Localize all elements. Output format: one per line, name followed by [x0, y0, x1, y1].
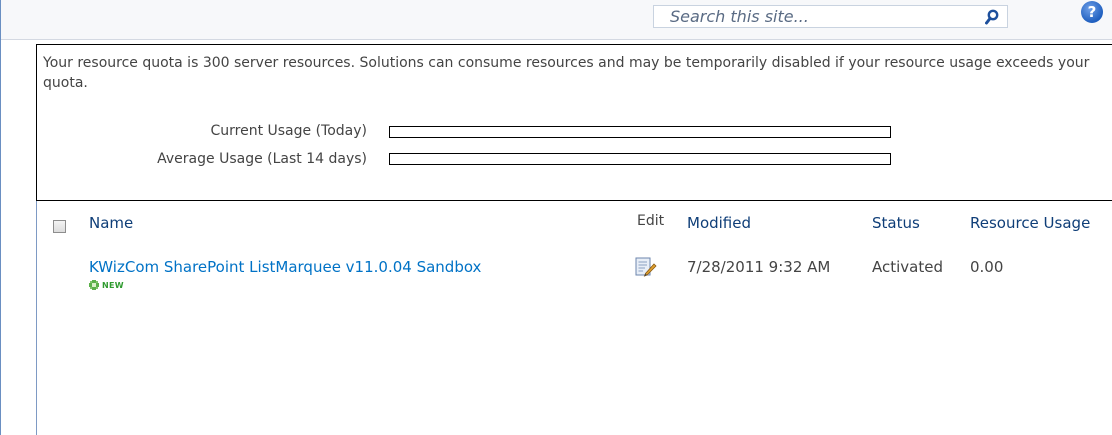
top-bar: ? [1, 0, 1112, 40]
search-icon [985, 9, 999, 24]
search-input[interactable] [654, 6, 972, 27]
solution-name-link[interactable]: KWizCom SharePoint ListMarquee v11.0.04 … [89, 258, 481, 276]
help-icon[interactable]: ? [1081, 1, 1103, 23]
column-header-modified[interactable]: Modified [687, 214, 751, 232]
average-usage-bar [389, 153, 891, 165]
select-all-checkbox[interactable] [53, 220, 66, 233]
search-box [653, 5, 1008, 28]
average-usage-label: Average Usage (Last 14 days) [157, 151, 367, 167]
edit-icon[interactable] [635, 256, 657, 278]
modified-cell: 7/28/2011 9:32 AM [687, 258, 831, 276]
column-header-edit: Edit [637, 213, 665, 229]
quota-message: Your resource quota is 300 server resour… [43, 55, 1090, 91]
new-star-icon [89, 280, 99, 290]
page-left-border [0, 0, 1, 435]
search-button[interactable] [977, 6, 1007, 27]
resource-usage-cell: 0.00 [970, 258, 1004, 276]
current-usage-bar [389, 126, 891, 138]
column-header-resource-usage[interactable]: Resource Usage [970, 214, 1090, 232]
status-cell: Activated [872, 258, 943, 276]
current-usage-label: Current Usage (Today) [210, 123, 367, 139]
content-left-border [36, 201, 37, 435]
column-header-status[interactable]: Status [872, 214, 920, 232]
new-badge-text: NEW [102, 280, 124, 290]
column-header-name[interactable]: Name [89, 214, 133, 232]
resource-quota-panel: Your resource quota is 300 server resour… [36, 44, 1112, 201]
new-badge: NEW [89, 279, 124, 291]
